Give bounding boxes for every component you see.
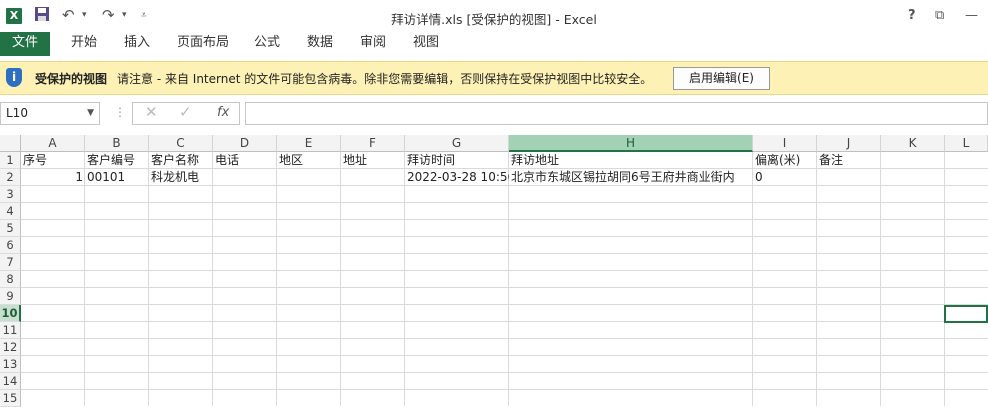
ribbon-display-button[interactable]: ⧉ <box>935 8 944 23</box>
row-header[interactable]: 1 <box>0 152 21 169</box>
tab-file[interactable]: 文件 <box>0 32 50 56</box>
cell-d1[interactable]: 电话 <box>213 152 277 169</box>
tab-formulas[interactable]: 公式 <box>254 32 280 56</box>
row-header[interactable]: 5 <box>0 220 21 237</box>
ribbon-tabs: 文件 开始 插入 页面布局 公式 数据 审阅 视图 <box>0 32 988 56</box>
cell-b1[interactable]: 客户编号 <box>85 152 149 169</box>
row-header[interactable]: 7 <box>0 254 21 271</box>
row-header-selected[interactable]: 10 <box>0 305 21 322</box>
enter-icon[interactable]: ✓ <box>179 103 192 121</box>
row-header[interactable]: 2 <box>0 169 21 186</box>
cell-a2[interactable]: 1 <box>21 169 85 186</box>
row-header[interactable]: 15 <box>0 390 21 407</box>
insert-function-icon[interactable]: fx <box>217 105 229 120</box>
window-title: 拜访详情.xls [受保护的视图] - Excel <box>391 12 597 27</box>
cell-f1[interactable]: 地址 <box>341 152 405 169</box>
column-header-b[interactable]: B <box>85 135 149 152</box>
column-header-e[interactable]: E <box>277 135 341 152</box>
column-header-d[interactable]: D <box>213 135 277 152</box>
cell-a1[interactable]: 序号 <box>21 152 85 169</box>
cell-j1[interactable]: 备注 <box>817 152 881 169</box>
select-all-corner[interactable] <box>0 135 21 152</box>
name-box[interactable]: L10 ▼ <box>0 102 100 125</box>
cell-e1[interactable]: 地区 <box>277 152 341 169</box>
active-cell-l10[interactable] <box>944 305 988 323</box>
column-header-f[interactable]: F <box>341 135 405 152</box>
protected-view-message: 请注意 - 来自 Internet 的文件可能包含病毒。除非您需要编辑，否则保持… <box>117 72 653 86</box>
spreadsheet-grid: A B C D E F G H I J K L 1 2 3 4 5 6 7 8 … <box>0 135 988 407</box>
cell-h1[interactable]: 拜访地址 <box>509 152 753 169</box>
help-button[interactable]: ? <box>908 8 916 23</box>
cell-i2[interactable]: 0 <box>753 169 817 186</box>
row-header[interactable]: 14 <box>0 373 21 390</box>
minimize-button[interactable]: — <box>965 8 978 23</box>
row-header[interactable]: 13 <box>0 356 21 373</box>
protected-view-bar: i 受保护的视图 请注意 - 来自 Internet 的文件可能包含病毒。除非您… <box>0 61 988 95</box>
row-header[interactable]: 6 <box>0 237 21 254</box>
cell-g1[interactable]: 拜访时间 <box>405 152 509 169</box>
column-header-h[interactable]: H <box>509 135 753 152</box>
enable-editing-button[interactable]: 启用编辑(E) <box>673 67 770 90</box>
row-header[interactable]: 9 <box>0 288 21 305</box>
title-bar: X ↶ ▾ ↷ ▾ ⩡ 拜访详情.xls [受保护的视图] - Excel ? … <box>0 0 988 32</box>
column-header-a[interactable]: A <box>21 135 85 152</box>
formula-bar: L10 ▼ ⋮ ✕ ✓ fx <box>0 101 988 126</box>
column-header-l[interactable]: L <box>945 135 988 152</box>
cell-c2[interactable]: 科龙机电 <box>149 169 213 186</box>
cancel-icon[interactable]: ✕ <box>145 103 158 121</box>
cell-area[interactable] <box>21 152 988 406</box>
column-header-i[interactable]: I <box>753 135 817 152</box>
tab-review[interactable]: 审阅 <box>360 32 386 56</box>
tab-data[interactable]: 数据 <box>307 32 333 56</box>
tab-insert[interactable]: 插入 <box>124 32 150 56</box>
row-header[interactable]: 4 <box>0 203 21 220</box>
protected-view-title: 受保护的视图 <box>35 72 108 86</box>
row-header[interactable]: 3 <box>0 186 21 203</box>
column-header-k[interactable]: K <box>881 135 945 152</box>
shield-icon: i <box>6 68 22 87</box>
row-header[interactable]: 11 <box>0 322 21 339</box>
column-header-g[interactable]: G <box>405 135 509 152</box>
row-header[interactable]: 12 <box>0 339 21 356</box>
column-header-c[interactable]: C <box>149 135 213 152</box>
row-header[interactable]: 8 <box>0 271 21 288</box>
cell-g2[interactable]: 2022-03-28 10:56 <box>405 169 509 186</box>
cell-i1[interactable]: 偏离(米) <box>753 152 817 169</box>
tab-view[interactable]: 视图 <box>413 32 439 56</box>
tab-page-layout[interactable]: 页面布局 <box>177 32 229 56</box>
cell-c1[interactable]: 客户名称 <box>149 152 213 169</box>
cell-b2[interactable]: 00101 <box>85 169 149 186</box>
tab-home[interactable]: 开始 <box>71 32 97 56</box>
chevron-down-icon[interactable]: ▼ <box>87 103 94 124</box>
name-box-value: L10 <box>6 106 28 120</box>
formula-bar-grip-icon: ⋮ <box>114 105 126 119</box>
formula-input[interactable] <box>245 102 988 125</box>
cell-h2[interactable]: 北京市东城区锡拉胡同6号王府井商业街内 <box>509 169 753 186</box>
column-header-j[interactable]: J <box>817 135 881 152</box>
